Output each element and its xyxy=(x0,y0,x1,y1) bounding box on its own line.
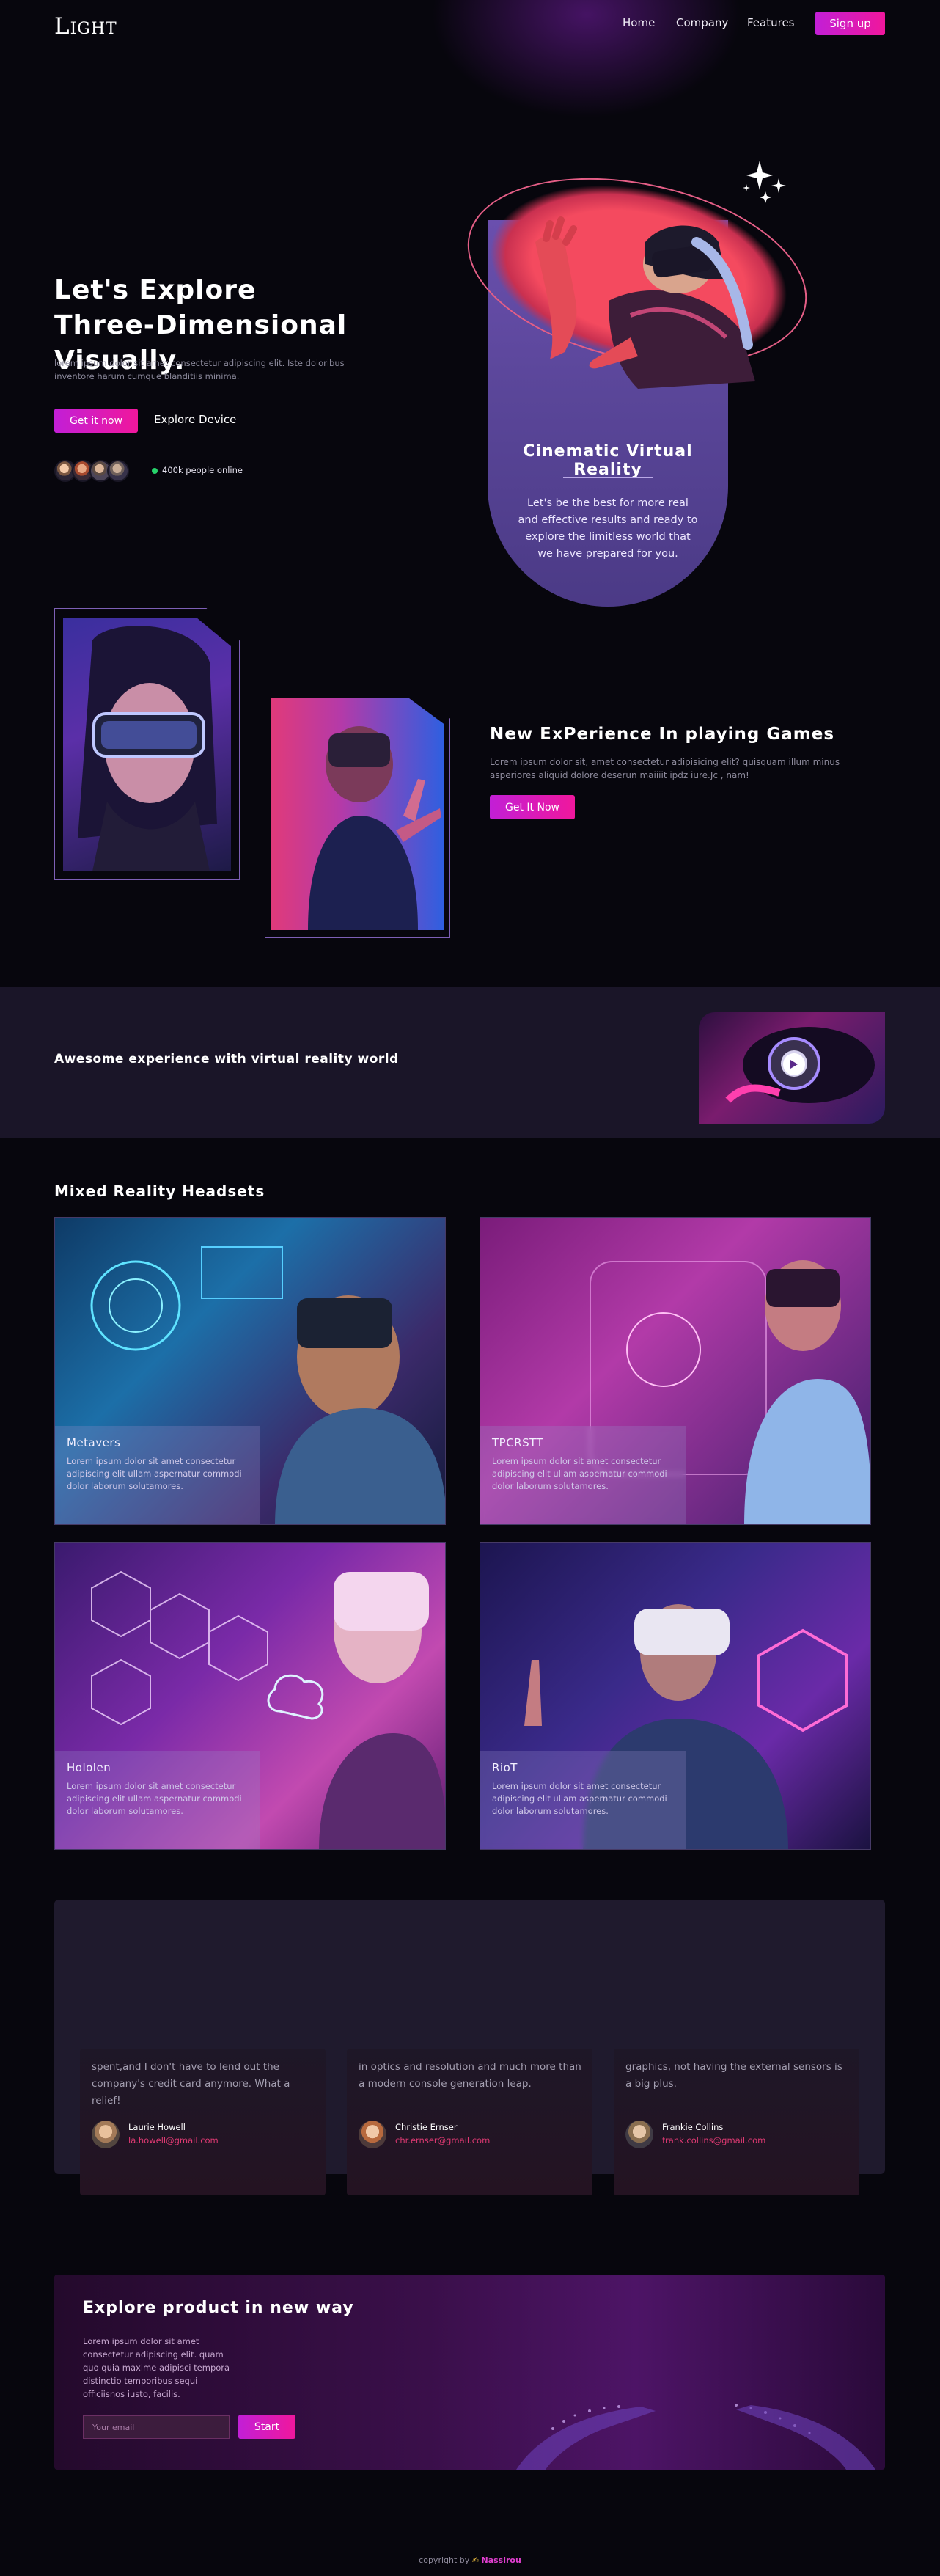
games-title: New ExPerience In playing Games xyxy=(490,725,835,744)
footer-copyright: copyright by xyxy=(419,2555,470,2565)
testimonial-card: spent,and I don't have to lend out the c… xyxy=(80,2049,326,2195)
footer: copyright by ✍ Nassirou xyxy=(0,2555,940,2565)
signup-button[interactable]: Sign up xyxy=(815,12,885,35)
gallery-item-text: Lorem ipsum dolor sit amet consectetur a… xyxy=(492,1781,667,1816)
hero-card-title: Cinematic Virtual Reality xyxy=(523,442,693,479)
testimonial-text: in optics and resolution and much more t… xyxy=(359,2061,581,2090)
gallery-item-title: Hololen xyxy=(67,1761,111,1774)
hero-description: lorem ipsum dolor sit amet consectetur a… xyxy=(54,358,345,381)
hands-particles-image xyxy=(516,2404,875,2470)
band-title: Awesome experience with virtual reality … xyxy=(54,1052,399,1066)
testimonial-name: Christie Ernser xyxy=(395,2122,458,2132)
nav-home[interactable]: Home xyxy=(623,16,655,29)
gallery-item-text: Lorem ipsum dolor sit amet consectetur a… xyxy=(492,1456,667,1491)
explore-title: Explore product in new way xyxy=(83,2299,354,2317)
video-thumbnail[interactable] xyxy=(699,1012,885,1124)
hero-title-line1: Let's Explore xyxy=(54,275,257,305)
testimonial-card: in optics and resolution and much more t… xyxy=(347,2049,592,2195)
testimonial-email[interactable]: chr.ernser@gmail.com xyxy=(395,2135,490,2145)
get-it-now-button[interactable]: Get it now xyxy=(54,409,138,433)
testimonial-email[interactable]: frank.collins@gmail.com xyxy=(662,2135,765,2145)
gallery-item-title: RioT xyxy=(492,1761,518,1774)
vr-woman-illustration xyxy=(78,626,217,871)
testimonial-email[interactable]: la.howell@gmail.com xyxy=(128,2135,219,2145)
hero-vr-person-image xyxy=(535,216,755,389)
footer-brand[interactable]: Nassirou xyxy=(482,2555,521,2565)
tpcrstt-panel: TPCRSTT Lorem ipsum dolor sit amet conse… xyxy=(480,1426,686,1524)
games-text: Lorem ipsum dolor sit, amet consectetur … xyxy=(490,757,840,780)
gallery-card-metavers[interactable]: Metavers Lorem ipsum dolor sit amet cons… xyxy=(54,1217,446,1525)
avatar xyxy=(107,460,129,482)
testimonial-card: graphics, not having the external sensor… xyxy=(614,2049,859,2195)
online-status-icon xyxy=(152,468,158,474)
logo[interactable]: Light xyxy=(54,13,117,40)
nav-company[interactable]: Company xyxy=(676,16,728,29)
gallery-card-hololen[interactable]: Hololen Lorem ipsum dolor sit amet conse… xyxy=(54,1542,446,1850)
gallery-item-text: Lorem ipsum dolor sit amet consectetur a… xyxy=(67,1781,242,1816)
play-icon[interactable] xyxy=(783,1053,805,1075)
gallery-title: Mixed Reality Headsets xyxy=(54,1182,265,1200)
online-count: 400k people online xyxy=(162,465,243,475)
vr-man-image xyxy=(271,698,444,930)
hand-icon: ✍ xyxy=(471,2555,479,2565)
vr-man-illustration xyxy=(308,726,441,930)
gallery-card-tpcrstt[interactable]: TPCRSTT Lorem ipsum dolor sit amet conse… xyxy=(480,1217,871,1525)
explore-text: Lorem ipsum dolor sit amet consectetur a… xyxy=(83,2336,230,2399)
email-input[interactable]: Your email xyxy=(83,2415,230,2439)
gallery-card-riot[interactable]: RioT Lorem ipsum dolor sit amet consecte… xyxy=(480,1542,871,1850)
get-it-now-games-button[interactable]: Get It Now xyxy=(490,795,575,819)
sparkle-icon xyxy=(743,161,786,203)
hero-card-text: Let's be the best for more real and effe… xyxy=(518,497,698,560)
gallery-item-text: Lorem ipsum dolor sit amet consectetur a… xyxy=(67,1456,242,1491)
avatar xyxy=(92,2121,120,2148)
hololen-panel: Hololen Lorem ipsum dolor sit amet conse… xyxy=(55,1751,260,1849)
gallery-item-title: Metavers xyxy=(67,1436,121,1449)
riot-panel: RioT Lorem ipsum dolor sit amet consecte… xyxy=(480,1751,686,1849)
hero-card-divider xyxy=(563,477,653,478)
testimonial-name: Laurie Howell xyxy=(128,2122,186,2132)
metavers-panel: Metavers Lorem ipsum dolor sit amet cons… xyxy=(55,1426,260,1524)
avatar xyxy=(625,2121,653,2148)
explore-device-link[interactable]: Explore Device xyxy=(154,413,236,426)
testimonial-text: graphics, not having the external sensor… xyxy=(625,2061,842,2090)
testimonial-name: Frankie Collins xyxy=(662,2122,724,2132)
play-triangle xyxy=(790,1060,798,1069)
gallery-item-title: TPCRSTT xyxy=(492,1436,544,1449)
start-button[interactable]: Start xyxy=(238,2415,295,2439)
nav-features[interactable]: Features xyxy=(747,16,795,29)
landing-page: Light Home Company Features Sign up Let'… xyxy=(0,0,940,2576)
vr-woman-image xyxy=(63,618,231,871)
avatar-group xyxy=(54,460,129,482)
avatar xyxy=(359,2121,386,2148)
testimonial-text: spent,and I don't have to lend out the c… xyxy=(92,2061,290,2107)
